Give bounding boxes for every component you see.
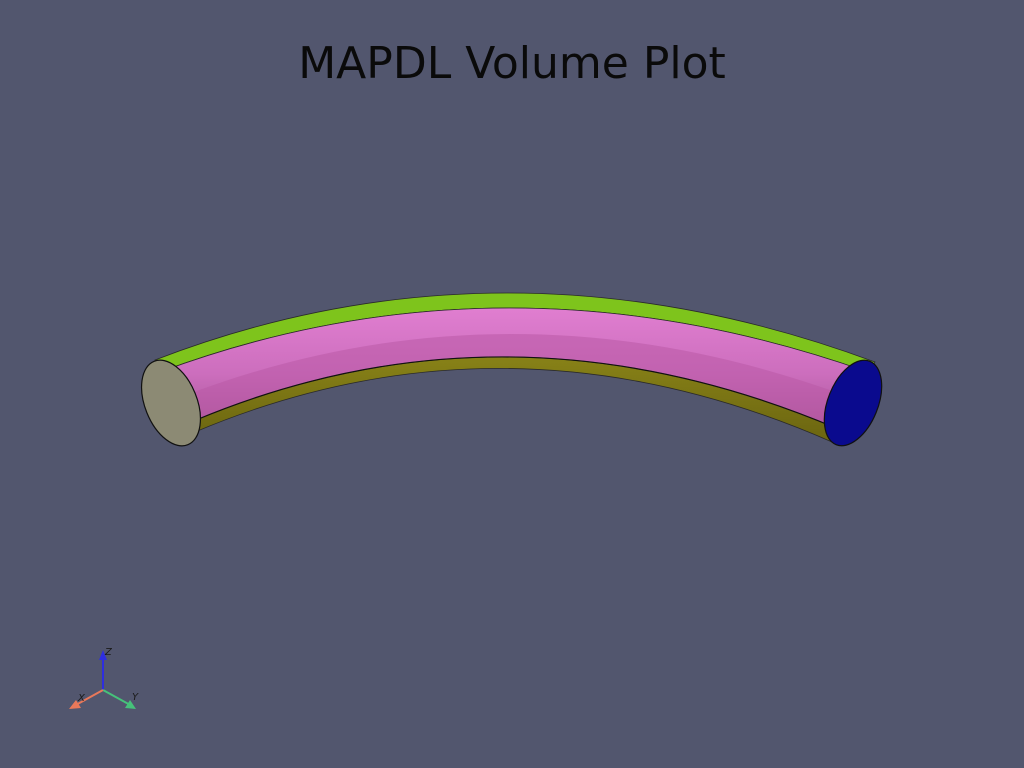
volume-render-viewport[interactable]: Z Y X bbox=[0, 0, 1024, 768]
orientation-axes-widget: Z Y X bbox=[69, 647, 139, 709]
curved-pipe-volume[interactable] bbox=[130, 292, 893, 454]
x-axis-label: X bbox=[77, 693, 86, 704]
z-axis-label: Z bbox=[104, 647, 113, 658]
y-axis-label: Y bbox=[132, 692, 139, 703]
y-axis-line bbox=[102, 689, 133, 707]
